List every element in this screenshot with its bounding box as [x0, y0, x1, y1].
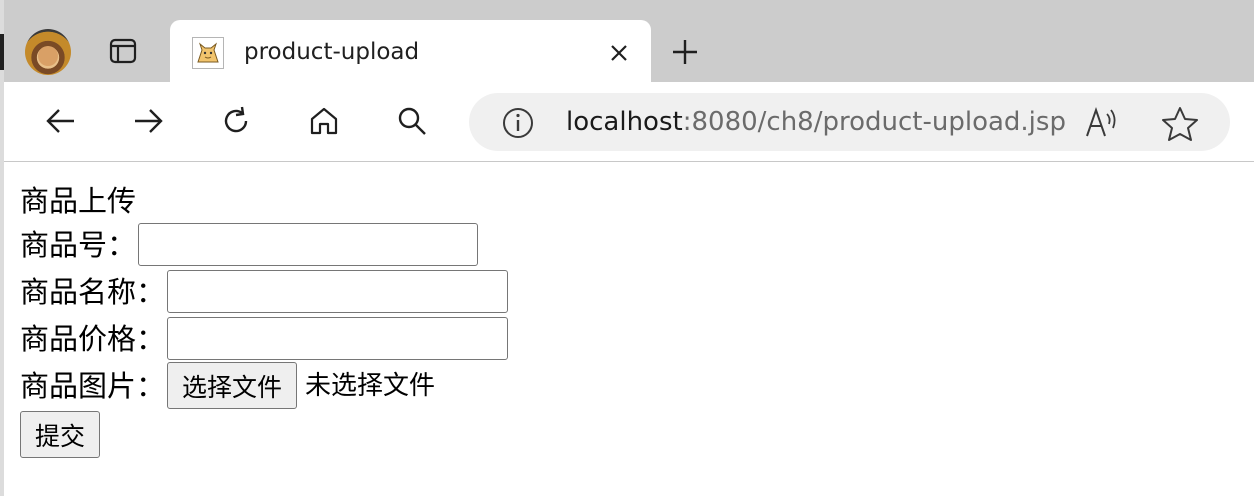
tab-actions-icon: [109, 38, 137, 64]
product-price-label: 商品价格：: [20, 321, 166, 356]
search-button[interactable]: [390, 99, 434, 143]
product-image-row: 商品图片： 选择文件 未选择文件: [20, 362, 508, 409]
url-host: localhost: [566, 107, 683, 137]
new-tab-button[interactable]: [665, 32, 705, 72]
favorite-star-icon[interactable]: [1160, 104, 1200, 144]
window-edge-mark: [0, 34, 4, 70]
product-price-row: 商品价格：: [20, 315, 509, 362]
url-path: :8080/ch8/product-upload.jsp: [682, 107, 1066, 137]
product-image-label: 商品图片：: [20, 368, 166, 403]
read-aloud-icon[interactable]: [1083, 104, 1121, 142]
search-icon: [398, 107, 426, 135]
home-icon: [310, 107, 338, 135]
site-info-icon[interactable]: [501, 106, 535, 140]
product-id-label: 商品号：: [20, 227, 137, 262]
browser-toolbar: localhost:8080/ch8/product-upload.jsp: [4, 82, 1254, 162]
product-id-input[interactable]: [138, 223, 479, 266]
address-bar[interactable]: localhost:8080/ch8/product-upload.jsp: [469, 93, 1230, 151]
product-name-row: 商品名称：: [20, 268, 509, 315]
home-button[interactable]: [302, 99, 346, 143]
product-id-row: 商品号：: [20, 221, 508, 268]
close-tab-button[interactable]: [603, 37, 635, 69]
avatar-face: [38, 46, 58, 66]
forward-arrow-icon: [135, 109, 163, 133]
back-arrow-icon: [46, 109, 74, 133]
tab-strip: product-upload: [0, 0, 1254, 90]
product-name-label: 商品名称：: [20, 274, 166, 309]
back-button[interactable]: [39, 99, 83, 143]
close-icon: [611, 45, 627, 61]
profile-avatar[interactable]: [25, 29, 71, 75]
refresh-button[interactable]: [214, 99, 258, 143]
forward-button[interactable]: [126, 99, 170, 143]
choose-file-button[interactable]: 选择文件: [167, 362, 298, 409]
product-name-input[interactable]: [167, 270, 509, 313]
upload-form: 商品上传 商品号： 商品名称： 商品价格： 商品图片： 选择文件 未选择文件 提…: [20, 181, 509, 458]
tomcat-favicon-icon: [192, 37, 224, 69]
tab-title: product-upload: [244, 39, 420, 65]
plus-icon: [673, 40, 697, 64]
address-url[interactable]: localhost:8080/ch8/product-upload.jsp: [566, 106, 1066, 138]
form-heading: 商品上传: [20, 184, 137, 218]
page-content: 商品上传 商品号： 商品名称： 商品价格： 商品图片： 选择文件 未选择文件 提…: [4, 163, 1254, 496]
file-status-text: 未选择文件: [305, 370, 436, 401]
tab-actions-button[interactable]: [104, 32, 142, 72]
refresh-icon: [224, 106, 248, 133]
active-tab[interactable]: product-upload: [170, 20, 651, 90]
submit-button[interactable]: 提交: [20, 411, 101, 458]
product-price-input[interactable]: [167, 317, 509, 360]
